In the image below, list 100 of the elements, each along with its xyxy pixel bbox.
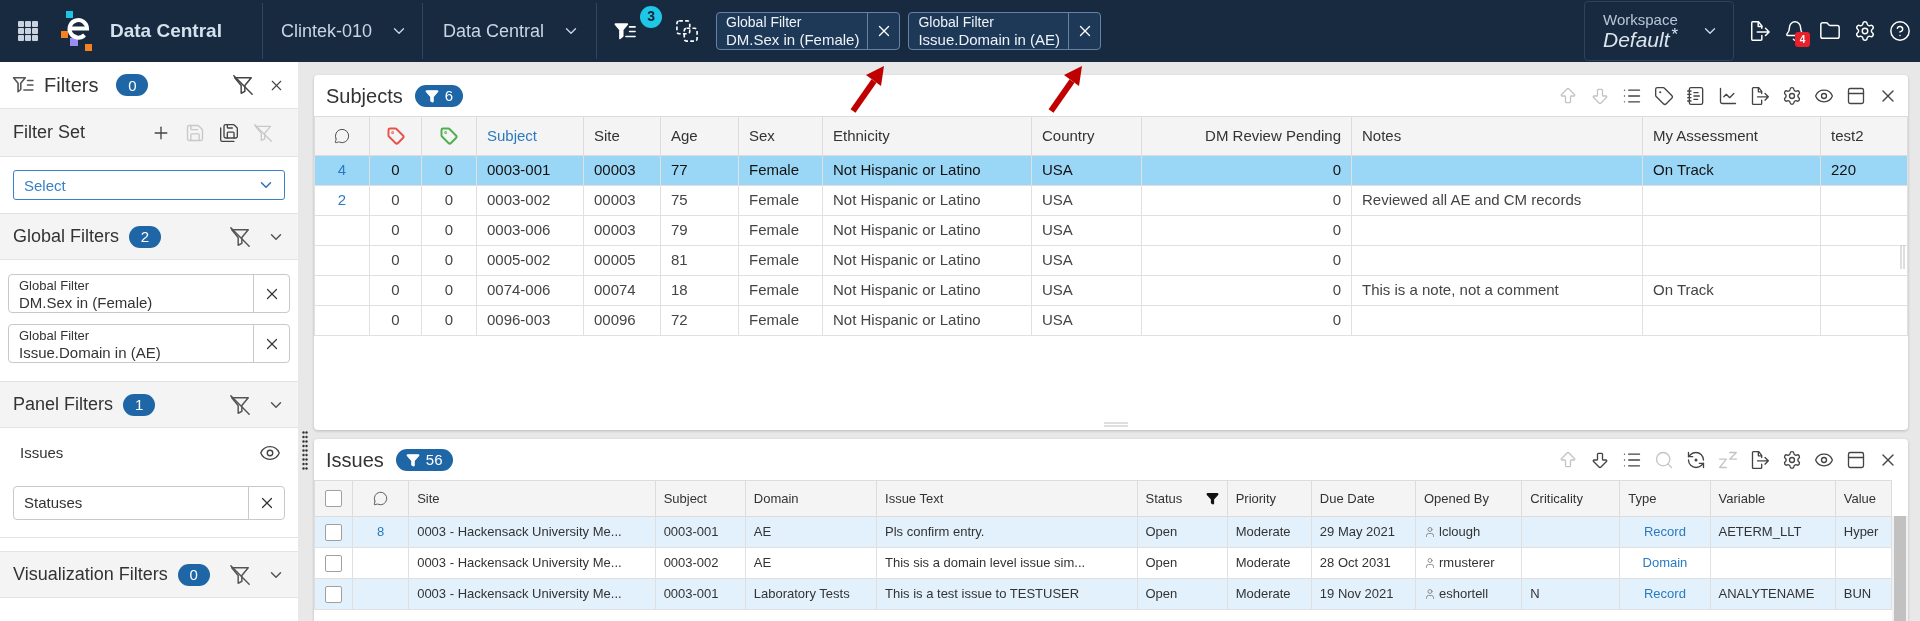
table-row[interactable]: 8 0003 - Hackensack University Me... 0003-001 AE Pls confirm entry. Open Moderate 29 May 2021 lclough Record AETERM_LLT Hyper — [314, 516, 1892, 548]
save-all-icon[interactable] — [219, 122, 239, 143]
filter-off-icon[interactable] — [229, 563, 251, 586]
section-title: Visualization Filters — [13, 563, 168, 586]
column-header[interactable]: Ethnicity — [833, 126, 890, 144]
section-header[interactable]: Global Filters 2 — [0, 213, 298, 260]
panel-title: Subjects — [326, 83, 403, 109]
table-cell: Reviewed all AE and CM records — [1351, 185, 1643, 216]
study-dropdown[interactable]: Clintek-010 — [262, 0, 422, 62]
table-cell: 00003 — [583, 215, 661, 246]
table-cell: 0074-006 — [476, 275, 584, 306]
line-chart-icon[interactable] — [1718, 85, 1738, 106]
checkbox[interactable] — [325, 523, 343, 541]
user-icon — [1424, 526, 1436, 538]
filter-icon — [424, 88, 439, 103]
help-icon[interactable] — [1889, 20, 1911, 42]
section-header[interactable]: Panel Filters 1 — [0, 381, 298, 428]
comment-icon — [334, 128, 350, 144]
folder-icon[interactable] — [1819, 20, 1841, 42]
table-cell: 77 — [660, 155, 739, 186]
table-cell: 0003 - Hackensack University Me... — [408, 547, 656, 579]
chip-title: Global Filter — [19, 326, 91, 344]
tag-icon[interactable] — [1654, 85, 1674, 106]
export-icon[interactable] — [1750, 85, 1770, 106]
column-header[interactable]: Type — [1628, 488, 1657, 509]
filter-off-icon[interactable] — [232, 74, 254, 96]
table-cell: 0003-002 — [655, 547, 746, 579]
filter-off-icon[interactable] — [229, 225, 251, 248]
filter-list-icon[interactable] — [614, 21, 637, 41]
filter-count: 56 — [425, 452, 443, 467]
table-row[interactable]: 0003 - Hackensack University Me... 0003-001 Laboratory Tests This is a test issue to TESTUSER Open Moderate 19 Nov 2021 eshortell N Record ANALYTENAME BUN — [314, 578, 1892, 610]
settings-icon[interactable] — [1782, 449, 1802, 470]
table-cell: On Track — [1642, 155, 1821, 186]
settings-icon[interactable] — [1782, 85, 1802, 106]
column-header[interactable]: Domain — [753, 488, 799, 509]
column-header[interactable]: Notes — [1362, 126, 1402, 144]
table-row[interactable]: 0 0 0005-002 00005 81 Female Not Hispanic or Latino USA 0 — [314, 245, 1908, 276]
filter-off-icon[interactable] — [229, 393, 251, 416]
section-header[interactable]: Visualization Filters 0 — [0, 551, 298, 598]
table-cell: This sis a domain level issue sim... — [876, 547, 1137, 579]
table-cell: 220 — [1820, 155, 1908, 186]
column-header[interactable]: test2 — [1831, 126, 1864, 144]
column-header[interactable]: Site — [594, 126, 620, 144]
table-cell: 00005 — [583, 245, 661, 276]
table-cell: Female — [738, 155, 823, 186]
settings-icon[interactable] — [1854, 20, 1876, 42]
resize-handle-icon[interactable] — [1104, 422, 1128, 427]
table-cell: USA — [1031, 215, 1142, 246]
filter-icon[interactable] — [1205, 492, 1219, 505]
apps-grid-icon[interactable] — [18, 21, 38, 41]
table-cell: USA — [1031, 185, 1142, 216]
user-icon — [1424, 557, 1436, 569]
refresh-icon[interactable] — [1686, 449, 1706, 470]
module-dropdown[interactable]: Data Central — [422, 0, 597, 62]
table-cell: 29 May 2021 — [1311, 516, 1416, 548]
table-cell: 0 — [1141, 305, 1352, 336]
column-header[interactable]: Issue Text — [885, 488, 944, 509]
column-header[interactable]: Sex — [749, 126, 775, 144]
section-title: Panel Filters — [13, 393, 114, 416]
overlapping-squares-icon[interactable] — [676, 20, 699, 42]
column-header[interactable]: Age — [671, 126, 698, 144]
comment-count-link[interactable]: 2 — [337, 191, 347, 209]
table-row[interactable]: 2 0 0 0003-002 00003 75 Female Not Hispanic or Latino USA 0 Reviewed all AE and CM records — [314, 185, 1908, 216]
resize-handle-icon[interactable] — [1900, 245, 1905, 269]
checkbox[interactable] — [325, 490, 343, 507]
table-row[interactable]: 0 0 0003-006 00003 79 Female Not Hispanic or Latino USA 0 — [314, 215, 1908, 246]
chip-title: Global Filter — [726, 14, 803, 31]
window-icon[interactable] — [1846, 449, 1866, 470]
table-cell: USA — [1031, 155, 1142, 186]
table-cell: Hyper — [1835, 516, 1892, 548]
table-cell: USA — [1031, 275, 1142, 306]
table-row[interactable]: 0003 - Hackensack University Me... 0003-002 AE This sis a domain level issue sim... Open Moderate 28 Oct 2031 rmusterer Domain — [314, 547, 1892, 579]
section-title: Global Filters — [13, 225, 120, 248]
notebook-icon[interactable] — [1686, 85, 1706, 106]
export-icon[interactable] — [1749, 20, 1771, 42]
table-row[interactable]: 0 0 0096-003 00096 72 Female Not Hispanic or Latino USA 0 — [314, 305, 1908, 336]
filter-set-select[interactable]: Select — [13, 170, 285, 200]
table-cell: 0 — [421, 215, 477, 246]
drag-handle-icon[interactable] — [302, 431, 308, 470]
column-header[interactable]: Site — [417, 488, 440, 509]
table-cell: 0096-003 — [476, 305, 584, 336]
export-icon[interactable] — [1750, 449, 1770, 470]
table-cell: 00003 — [583, 185, 661, 216]
checkbox[interactable] — [325, 554, 343, 572]
chip-value: Issue.Domain in (AE) — [918, 31, 1061, 48]
table-cell: 0003-001 — [476, 155, 584, 186]
window-icon[interactable] — [1846, 85, 1866, 106]
comment-count-link[interactable]: 8 — [377, 524, 385, 540]
filter-count: 6 — [444, 88, 454, 103]
table-row[interactable]: 4 0 0 0003-001 00003 77 Female Not Hispanic or Latino USA 0 On Track 220 — [314, 155, 1908, 186]
table-cell: BUN — [1835, 578, 1892, 610]
workspace-selector[interactable]: Workspace Default* — [1584, 1, 1734, 61]
table-row[interactable]: 0 0 0074-006 00074 18 Female Not Hispanic or Latino USA 0 This is a note, not a comment On Track — [314, 275, 1908, 306]
table-cell: Moderate — [1227, 516, 1312, 548]
table-cell: 00096 — [583, 305, 661, 336]
table-cell: Not Hispanic or Latino — [822, 245, 1032, 276]
checkbox[interactable] — [325, 585, 343, 603]
table-cell: N — [1521, 578, 1620, 610]
table-cell: Not Hispanic or Latino — [822, 305, 1032, 336]
table-cell: 19 Nov 2021 — [1311, 578, 1416, 610]
